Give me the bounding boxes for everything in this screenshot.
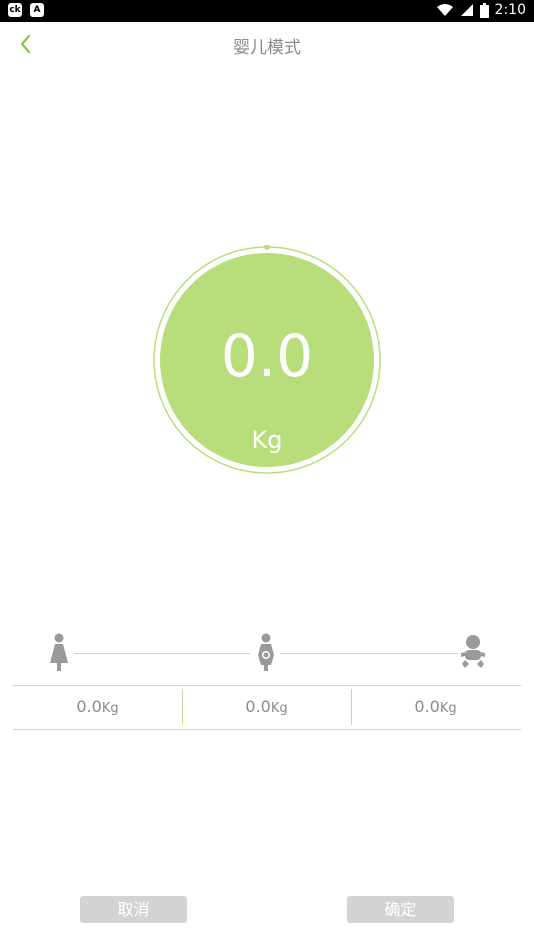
reading-value: 0.0 <box>245 697 271 716</box>
readings-divider-bottom <box>13 729 521 730</box>
reading-baby: 0.0Kg <box>351 697 520 716</box>
cell-signal-icon <box>460 4 473 16</box>
reading-value: 0.0 <box>76 697 102 716</box>
baby-icon <box>461 635 485 668</box>
stage-connector <box>280 653 458 654</box>
page-title: 婴儿模式 <box>233 38 301 58</box>
app-notification-icon: ck <box>8 3 22 17</box>
confirm-button[interactable]: 确定 <box>347 896 454 923</box>
stage-connector <box>74 653 250 654</box>
status-time: 2:10 <box>494 2 526 18</box>
status-bar: ck A 2:10 <box>0 0 534 22</box>
reading-value: 0.0 <box>414 697 440 716</box>
cancel-button[interactable]: 取消 <box>80 896 187 923</box>
reading-mother: 0.0Kg <box>13 697 182 716</box>
readings-divider-top <box>13 685 521 686</box>
battery-icon <box>479 2 489 18</box>
mother-icon <box>50 633 68 671</box>
dial-indicator-dot <box>264 245 270 250</box>
reading-unit: Kg <box>270 701 288 716</box>
wifi-icon <box>436 4 453 16</box>
weight-value: 0.0 <box>220 322 314 390</box>
weight-unit: Kg <box>251 426 283 454</box>
app-bar: 婴儿模式 <box>0 22 534 66</box>
reading-unit: Kg <box>439 701 457 716</box>
reading-mother-with-baby: 0.0Kg <box>182 697 351 716</box>
mother-with-baby-icon <box>258 633 274 671</box>
app-notification-icon-2: A <box>30 3 44 17</box>
reading-unit: Kg <box>101 701 119 716</box>
